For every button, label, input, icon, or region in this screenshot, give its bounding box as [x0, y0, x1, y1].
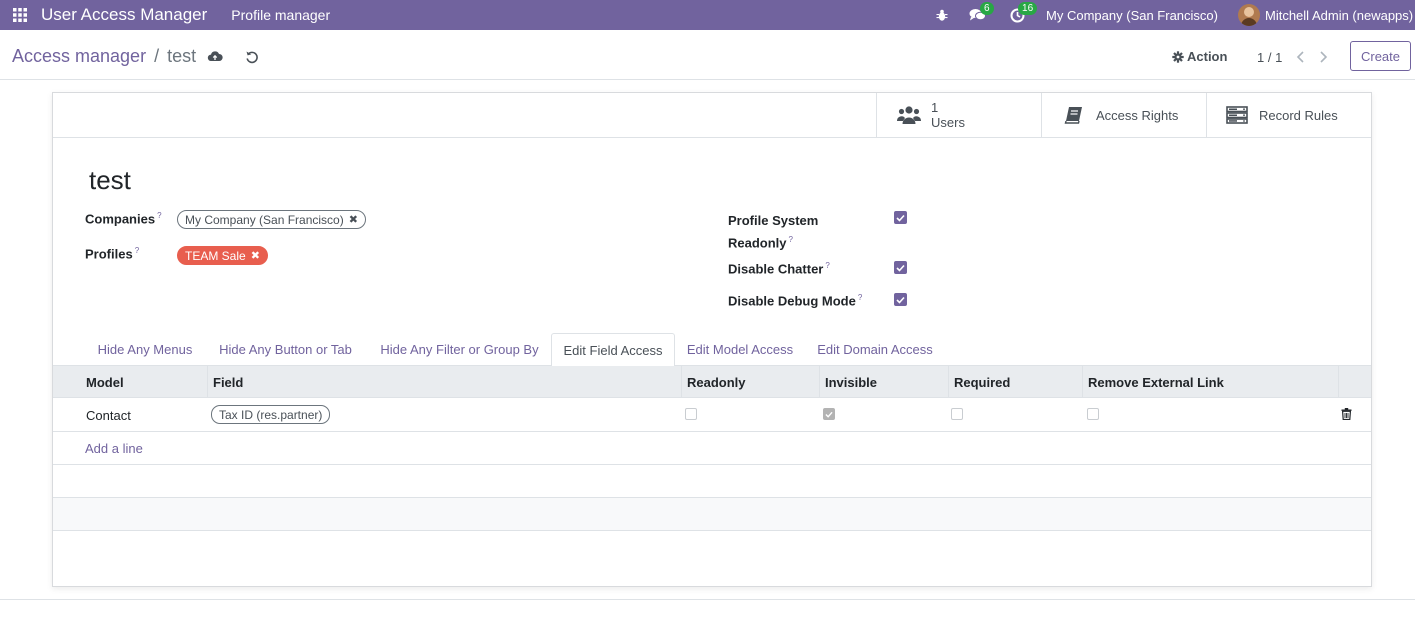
pager-next-icon[interactable]	[1317, 50, 1329, 64]
breadcrumb-current: test	[167, 46, 197, 66]
row-remove-external-link-checkbox[interactable]	[1087, 408, 1099, 420]
disable-chatter-checkbox[interactable]	[894, 261, 907, 274]
server-stack-icon	[1226, 106, 1248, 124]
profile-tag-remove-icon[interactable]: ✖	[251, 249, 260, 262]
profiles-help-icon[interactable]: ?	[135, 246, 139, 255]
tab-hide-any-menus[interactable]: Hide Any Menus	[86, 333, 204, 366]
access-rights-label: Access Rights	[1096, 107, 1179, 123]
tab-edit-field-access[interactable]: Edit Field Access	[551, 333, 675, 367]
users-label: Users	[931, 115, 965, 130]
record-rules-label: Record Rules	[1259, 107, 1338, 123]
tab-edit-model-access[interactable]: Edit Model Access	[680, 333, 800, 366]
field-access-table-header: Model Field Readonly Invisible Required …	[53, 366, 1371, 398]
book-icon	[1064, 107, 1082, 124]
action-label: Action	[1187, 49, 1228, 64]
save-cloud-icon[interactable]	[207, 49, 223, 65]
gear-icon	[1172, 50, 1184, 63]
create-button[interactable]: Create	[1350, 41, 1411, 71]
row-field-label: Tax ID (res.partner)	[219, 407, 323, 422]
apps-menu-icon[interactable]	[0, 0, 40, 30]
access-rights-smart-button[interactable]: Access Rights	[1041, 93, 1206, 137]
pager-previous-icon[interactable]	[1295, 50, 1307, 64]
users-smart-button[interactable]: 1 Users	[876, 93, 1041, 137]
form-sheet: 1 Users Access Rights Record Rules test …	[52, 92, 1372, 587]
user-menu[interactable]: Mitchell Admin (newapps)	[1238, 4, 1415, 26]
row-delete-trash-icon[interactable]	[1341, 408, 1352, 420]
tab-hide-any-filter-or-group-by[interactable]: Hide Any Filter or Group By	[368, 333, 551, 366]
empty-row	[53, 498, 1371, 531]
tab-edit-domain-access[interactable]: Edit Domain Access	[810, 333, 940, 366]
row-required-checkbox[interactable]	[951, 408, 963, 420]
row-field-tag[interactable]: Tax ID (res.partner)	[211, 405, 331, 424]
profile-tag: TEAM Sale ✖	[177, 246, 268, 265]
record-rules-smart-button[interactable]: Record Rules	[1206, 93, 1371, 137]
disable-chatter-help-icon[interactable]: ?	[825, 261, 829, 270]
company-switcher[interactable]: My Company (San Francisco)	[1046, 8, 1218, 23]
disable-debug-help-icon[interactable]: ?	[858, 293, 862, 302]
disable-debug-mode-label: Disable Debug Mode?	[728, 293, 863, 309]
control-panel: Access manager / test Action 1 / 1 Creat…	[0, 34, 1415, 80]
messages-button[interactable]: 6	[962, 0, 994, 30]
breadcrumb: Access manager / test	[12, 46, 196, 67]
breadcrumb-separator: /	[154, 46, 160, 66]
notebook-tabs: Hide Any Menus Hide Any Button or Tab Hi…	[53, 333, 1371, 367]
discard-undo-icon[interactable]	[244, 49, 260, 65]
users-icon	[897, 106, 921, 124]
add-a-line-link[interactable]: Add a line	[85, 441, 143, 456]
tab-hide-any-button-or-tab[interactable]: Hide Any Button or Tab	[208, 333, 363, 366]
activities-button[interactable]: 16	[1002, 0, 1038, 30]
users-count: 1	[931, 100, 939, 115]
activities-count-badge: 16	[1018, 2, 1038, 15]
pager-value[interactable]: 1 / 1	[1257, 50, 1282, 65]
top-navbar: User Access Manager Profile manager 6 16…	[0, 0, 1415, 30]
smart-button-box: 1 Users Access Rights Record Rules	[53, 93, 1371, 138]
companies-help-icon[interactable]: ?	[157, 211, 161, 220]
breadcrumb-parent[interactable]: Access manager	[12, 46, 146, 67]
profile-system-readonly-label: Profile System Readonly?	[728, 213, 819, 251]
disable-chatter-label: Disable Chatter?	[728, 261, 830, 277]
row-readonly-checkbox[interactable]	[685, 408, 697, 420]
row-invisible-checkbox[interactable]	[823, 408, 835, 420]
row-model[interactable]: Contact	[86, 408, 131, 423]
column-actions	[1338, 366, 1371, 398]
app-title[interactable]: User Access Manager	[41, 5, 207, 25]
companies-label: Companies?	[85, 211, 162, 227]
empty-row	[53, 465, 1371, 498]
company-tag-label: My Company (San Francisco)	[185, 212, 344, 227]
user-name: Mitchell Admin (newapps)	[1265, 7, 1414, 23]
column-model[interactable]: Model	[81, 366, 207, 398]
messages-count-badge: 6	[980, 2, 994, 15]
company-tag-remove-icon[interactable]: ✖	[349, 213, 358, 226]
user-avatar	[1238, 4, 1260, 26]
profile-system-readonly-checkbox[interactable]	[894, 211, 907, 224]
menu-profile-manager[interactable]: Profile manager	[231, 7, 330, 23]
add-line-row: Add a line	[53, 432, 1371, 465]
profile-tag-label: TEAM Sale	[185, 248, 246, 263]
profile-readonly-help-icon[interactable]: ?	[789, 235, 793, 244]
action-menu-button[interactable]: Action	[1172, 49, 1227, 64]
debug-bug-icon[interactable]	[930, 0, 954, 30]
column-invisible[interactable]: Invisible	[819, 366, 948, 398]
disable-debug-mode-checkbox[interactable]	[894, 293, 907, 306]
table-row[interactable]: Contact Tax ID (res.partner)	[53, 398, 1371, 432]
column-required[interactable]: Required	[948, 366, 1082, 398]
column-field[interactable]: Field	[207, 366, 681, 398]
column-readonly[interactable]: Readonly	[681, 366, 819, 398]
profiles-label: Profiles?	[85, 246, 140, 262]
company-tag: My Company (San Francisco) ✖	[177, 210, 366, 229]
page-bottom-divider	[0, 599, 1415, 600]
column-remove-external-link[interactable]: Remove External Link	[1082, 366, 1338, 398]
record-name-field[interactable]: test	[89, 165, 131, 196]
